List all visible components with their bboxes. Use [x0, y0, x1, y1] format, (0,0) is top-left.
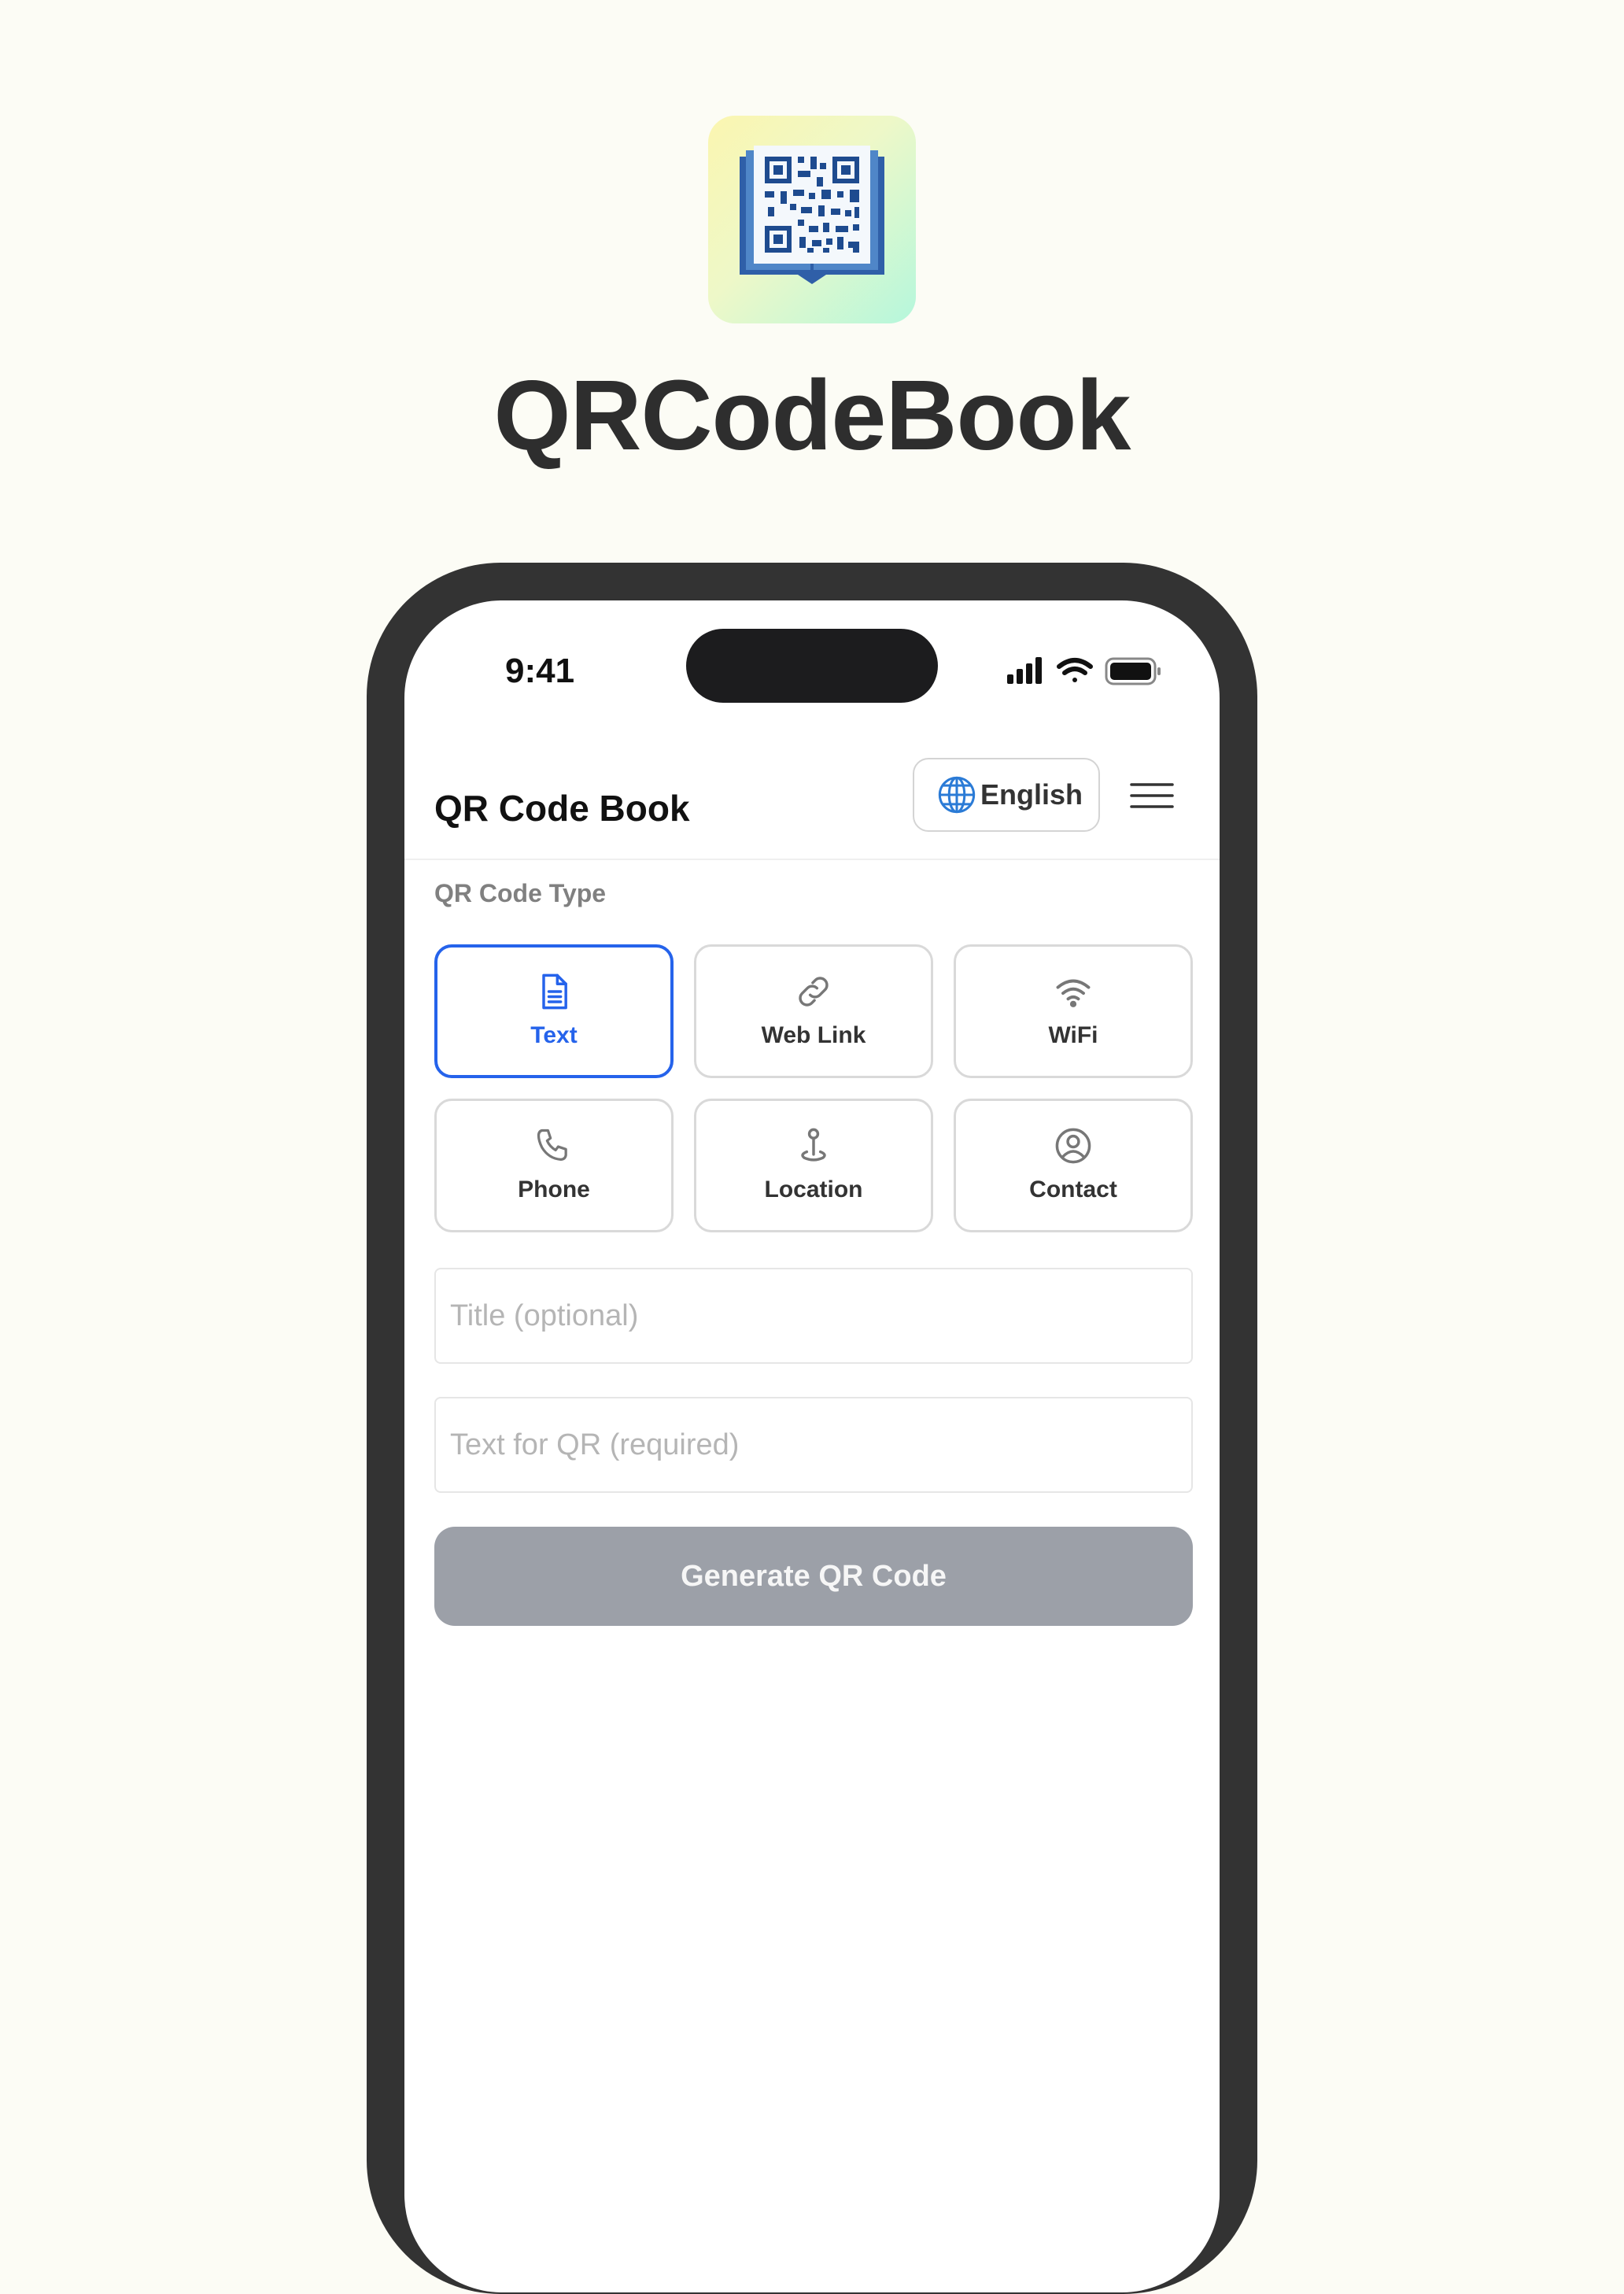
menu-button[interactable] — [1130, 780, 1174, 811]
user-circle-icon — [1055, 1128, 1091, 1164]
qr-type-grid: Text Web Link WiFi Phone Location Contac… — [434, 944, 1193, 1232]
map-pin-icon — [801, 1128, 826, 1162]
globe-icon — [938, 776, 976, 814]
qr-type-contact[interactable]: Contact — [954, 1099, 1193, 1232]
dynamic-island — [686, 629, 938, 703]
qr-type-section-label: QR Code Type — [434, 879, 607, 907]
qr-text-input[interactable] — [434, 1397, 1193, 1493]
phone-screen: 9:41 QR Code Book English QR Code Type T… — [404, 600, 1220, 2292]
language-label: English — [980, 778, 1083, 811]
qr-type-label: Contact — [1029, 1177, 1117, 1202]
phone-icon — [537, 1129, 567, 1161]
battery-icon — [1105, 657, 1161, 685]
qr-type-label: Text — [530, 1022, 578, 1048]
qr-book-icon — [740, 146, 884, 284]
document-icon — [542, 973, 567, 1010]
status-icons — [1007, 656, 1164, 687]
generate-qr-button[interactable]: Generate QR Code — [434, 1527, 1193, 1626]
wifi-icon — [1057, 658, 1093, 682]
qr-type-phone[interactable]: Phone — [434, 1099, 674, 1232]
qr-type-location[interactable]: Location — [694, 1099, 933, 1232]
status-time: 9:41 — [505, 652, 575, 690]
app-header: QR Code Book English — [404, 758, 1220, 860]
wifi-icon — [1056, 979, 1091, 1007]
language-button[interactable]: English — [913, 758, 1100, 832]
link-icon — [799, 977, 829, 1007]
qr-type-text[interactable]: Text — [434, 944, 674, 1078]
qr-type-label: Location — [764, 1177, 863, 1202]
title-input[interactable] — [434, 1268, 1193, 1364]
qr-type-label: Phone — [518, 1177, 590, 1202]
cellular-signal-icon — [1007, 657, 1042, 684]
qr-type-label: Web Link — [761, 1022, 866, 1048]
marketing-title: QRCodeBook — [493, 360, 1131, 471]
hamburger-menu-icon — [1130, 783, 1174, 808]
phone-frame: 9:41 QR Code Book English QR Code Type T… — [367, 563, 1257, 2294]
qr-type-web-link[interactable]: Web Link — [694, 944, 933, 1078]
app-logo — [708, 116, 916, 323]
qr-type-wifi[interactable]: WiFi — [954, 944, 1193, 1078]
app-title: QR Code Book — [434, 788, 690, 829]
qr-type-label: WiFi — [1048, 1022, 1098, 1048]
